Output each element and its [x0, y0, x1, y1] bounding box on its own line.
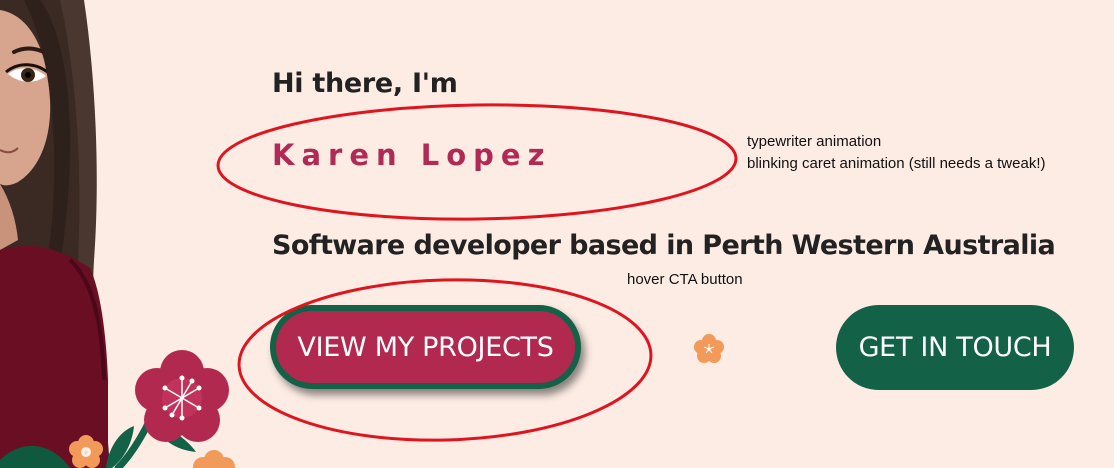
annotation-hover-note: hover CTA button	[627, 271, 743, 288]
annotation-typewriter-note: typewriter animation	[747, 133, 882, 150]
annotation-caret-note: blinking caret animation (still needs a …	[747, 155, 1046, 172]
small-blossom-icon	[694, 334, 724, 363]
hero-name: Karen Lopez	[272, 138, 552, 172]
greeting-text: Hi there, I'm	[272, 68, 458, 99]
get-in-touch-button[interactable]: GET IN TOUCH	[836, 305, 1074, 390]
avatar-illustration	[0, 0, 235, 468]
hero-section: Hi there, I'm Karen Lopez Software devel…	[0, 0, 1114, 468]
tagline-text: Software developer based in Perth Wester…	[272, 230, 1056, 261]
view-projects-button[interactable]: VIEW MY PROJECTS	[270, 305, 581, 389]
